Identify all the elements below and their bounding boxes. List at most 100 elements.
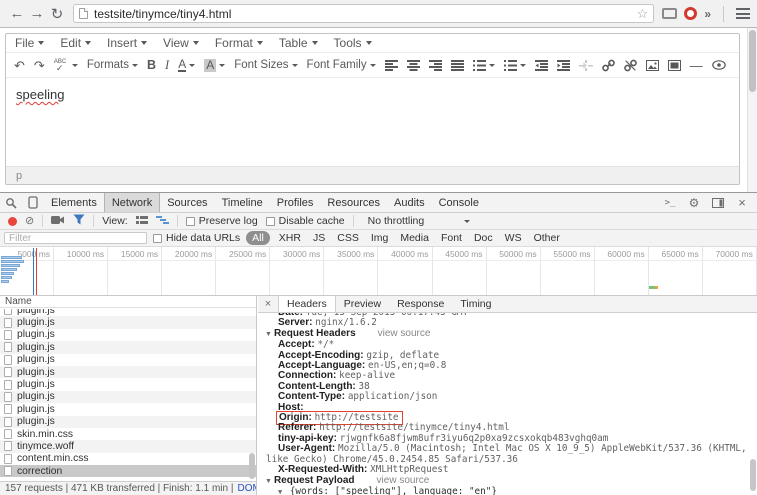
filter-type-media[interactable]: Media	[397, 232, 432, 244]
inspect-element-icon[interactable]	[0, 193, 22, 212]
horizontal-rule-icon[interactable]: —	[690, 59, 703, 72]
menu-format[interactable]: Format	[215, 36, 263, 50]
overflow-icon[interactable]: »	[704, 7, 711, 21]
filter-type-ws[interactable]: WS	[502, 232, 525, 244]
waterfall-view-icon[interactable]	[156, 215, 169, 228]
filter-type-xhr[interactable]: XHR	[276, 232, 304, 244]
tab-console[interactable]: Console	[432, 193, 486, 212]
link-icon[interactable]	[602, 59, 615, 72]
request-row[interactable]: tinymce.woff	[0, 440, 256, 452]
italic-button[interactable]: I	[165, 58, 169, 73]
request-row[interactable]: plugin.js	[0, 354, 256, 366]
tab-resources[interactable]: Resources	[320, 193, 387, 212]
reload-icon[interactable]: ↻	[47, 4, 67, 24]
forward-icon[interactable]: →	[27, 4, 47, 24]
device-mode-icon[interactable]	[22, 193, 44, 212]
details-scrollbar[interactable]	[749, 313, 757, 495]
large-rows-view-icon[interactable]	[136, 215, 148, 228]
font-sizes-dropdown[interactable]: Font Sizes	[234, 59, 297, 71]
align-justify-icon[interactable]	[451, 60, 464, 71]
gear-icon[interactable]: ⚙	[683, 196, 705, 210]
payload-object-preview[interactable]: ▼ {words: ["speeling"], language: "en"}	[258, 487, 749, 495]
disable-cache-checkbox[interactable]: Disable cache	[266, 215, 345, 227]
filter-type-all[interactable]: All	[246, 231, 270, 245]
tab-profiles[interactable]: Profiles	[270, 193, 321, 212]
page-break-icon[interactable]	[579, 60, 593, 71]
requests-scrollbar-thumb[interactable]	[249, 453, 255, 479]
filter-funnel-icon[interactable]	[73, 214, 85, 228]
request-row[interactable]: skin.min.css	[0, 428, 256, 440]
filter-type-other[interactable]: Other	[531, 232, 563, 244]
name-column-header[interactable]: Name	[0, 296, 256, 308]
dock-side-icon[interactable]	[707, 198, 729, 208]
bold-button[interactable]: B	[147, 58, 156, 72]
filter-type-doc[interactable]: Doc	[471, 232, 496, 244]
menu-tools[interactable]: Tools	[334, 36, 372, 50]
bookmark-star-icon[interactable]: ☆	[637, 6, 649, 22]
tab-sources[interactable]: Sources	[160, 193, 214, 212]
tab-preview[interactable]: Preview	[336, 296, 389, 312]
filter-type-js[interactable]: JS	[310, 232, 328, 244]
misspelled-word[interactable]: speeling	[16, 87, 64, 102]
checkbox-icon[interactable]	[186, 217, 195, 226]
hide-data-urls-checkbox[interactable]: Hide data URLs	[153, 232, 240, 244]
spellcheck-button[interactable]: ABC ✓	[54, 59, 78, 72]
view-source-link[interactable]: view source	[377, 475, 430, 486]
bullet-list-button[interactable]	[473, 60, 495, 71]
request-row[interactable]: plugin.js	[0, 391, 256, 403]
filmstrip-camera-icon[interactable]	[51, 215, 65, 228]
scrollbar-thumb[interactable]	[750, 459, 756, 491]
redo-icon[interactable]: ↷	[34, 59, 45, 72]
editor-content-area[interactable]: speeling	[6, 78, 739, 166]
undo-icon[interactable]: ↶	[14, 59, 25, 72]
view-source-link[interactable]: view source	[378, 328, 431, 339]
request-row[interactable]: plugin.js	[0, 309, 256, 316]
text-color-button[interactable]: A	[178, 59, 195, 72]
tab-network[interactable]: Network	[104, 193, 160, 212]
checkbox-icon[interactable]	[153, 234, 162, 243]
menu-icon[interactable]	[736, 8, 750, 19]
menu-view[interactable]: View	[163, 36, 199, 50]
align-left-icon[interactable]	[385, 60, 398, 71]
filter-type-css[interactable]: CSS	[334, 232, 362, 244]
tab-elements[interactable]: Elements	[44, 193, 104, 212]
media-icon[interactable]	[668, 60, 681, 71]
background-color-button[interactable]: A	[204, 59, 225, 72]
element-path[interactable]: p	[16, 170, 22, 182]
tab-response[interactable]: Response	[389, 296, 452, 312]
request-row[interactable]: plugin.js	[0, 378, 256, 390]
request-row[interactable]: plugin.js	[0, 366, 256, 378]
preview-eye-icon[interactable]	[712, 60, 726, 70]
tab-timing[interactable]: Timing	[452, 296, 499, 312]
filter-type-img[interactable]: Img	[368, 232, 392, 244]
clear-icon[interactable]: ⊘	[25, 216, 34, 226]
filter-input[interactable]	[4, 232, 147, 244]
preserve-log-checkbox[interactable]: Preserve log	[186, 215, 258, 227]
address-bar[interactable]: testsite/tinymce/tiny4.html ☆	[73, 4, 654, 23]
outdent-icon[interactable]	[535, 60, 548, 71]
menu-insert[interactable]: Insert	[107, 36, 147, 50]
record-extension-icon[interactable]	[684, 7, 697, 20]
request-row[interactable]: plugin.js	[0, 416, 256, 428]
filter-type-font[interactable]: Font	[438, 232, 465, 244]
image-icon[interactable]	[646, 60, 659, 71]
request-row[interactable]: content.min.css	[0, 453, 256, 465]
tab-timeline[interactable]: Timeline	[215, 193, 270, 212]
domcontentloaded-link[interactable]: DOMContentLo…	[237, 483, 257, 494]
request-row[interactable]: plugin.js	[0, 329, 256, 341]
request-row[interactable]: plugin.js	[0, 316, 256, 328]
align-center-icon[interactable]	[407, 60, 420, 71]
formats-dropdown[interactable]: Formats	[87, 59, 138, 71]
align-right-icon[interactable]	[429, 60, 442, 71]
request-row[interactable]: plugin.js	[0, 341, 256, 353]
url-text[interactable]: testsite/tinymce/tiny4.html	[94, 7, 637, 21]
scrollbar-thumb[interactable]	[749, 30, 756, 92]
menu-edit[interactable]: Edit	[60, 36, 91, 50]
unlink-icon[interactable]	[624, 59, 637, 72]
page-scrollbar[interactable]	[747, 28, 757, 192]
checkbox-icon[interactable]	[266, 217, 275, 226]
tab-headers[interactable]: Headers	[278, 296, 336, 312]
indent-icon[interactable]	[557, 60, 570, 71]
numbered-list-button[interactable]	[504, 60, 526, 71]
request-row[interactable]: plugin.js	[0, 403, 256, 415]
